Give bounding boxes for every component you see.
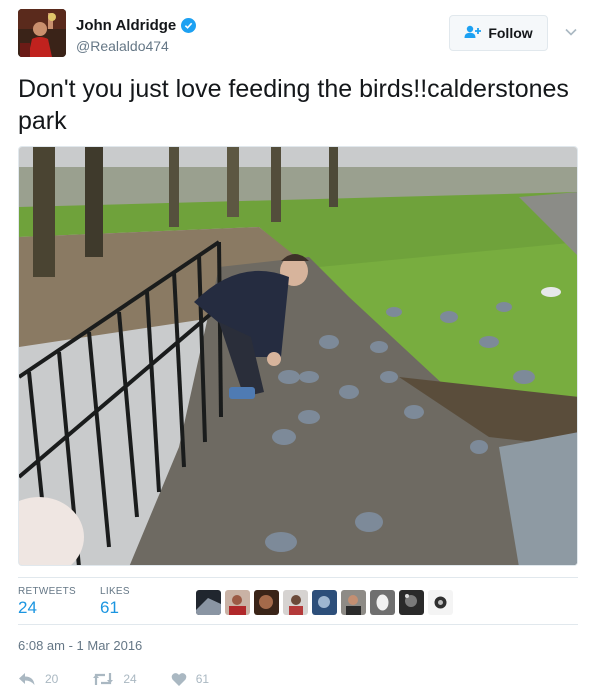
tweet-actions: 20 24 61 — [18, 668, 243, 690]
liker-avatar[interactable] — [370, 590, 395, 615]
tweet-photo[interactable] — [18, 146, 578, 566]
liker-avatar[interactable] — [254, 590, 279, 615]
retweet-count: 24 — [123, 672, 137, 686]
likes-value: 61 — [100, 598, 119, 617]
retweets-label: RETWEETS — [18, 586, 76, 597]
liker-avatar[interactable] — [283, 590, 308, 615]
tweet-stats: RETWEETS 24 LIKES 61 — [18, 577, 578, 625]
add-user-icon — [464, 25, 482, 42]
user-handle[interactable]: @Realaldo474 — [76, 38, 196, 54]
user-names: John Aldridge @Realaldo474 — [76, 17, 197, 54]
display-name[interactable]: John Aldridge — [76, 17, 197, 34]
liker-avatar[interactable] — [341, 590, 366, 615]
chevron-down-icon[interactable] — [564, 25, 578, 39]
tweet-text: Don't you just love feeding the birds!!c… — [18, 75, 569, 135]
heart-icon — [171, 672, 187, 687]
follow-button[interactable]: Follow — [449, 15, 548, 51]
retweets-stat[interactable]: RETWEETS 24 — [18, 586, 76, 618]
liker-avatar[interactable] — [225, 590, 250, 615]
liker-avatar[interactable] — [399, 590, 424, 615]
reply-count: 20 — [45, 672, 59, 686]
like-button[interactable]: 61 — [171, 672, 209, 687]
likes-stat[interactable]: LIKES 61 — [100, 586, 130, 618]
follow-label: Follow — [488, 25, 533, 41]
retweets-value: 24 — [18, 598, 37, 617]
liker-avatar[interactable] — [428, 590, 453, 615]
reply-icon — [18, 671, 36, 687]
likes-label: LIKES — [100, 586, 130, 597]
tweet-header: John Aldridge @Realaldo474 Follow — [18, 9, 589, 59]
like-count: 61 — [195, 672, 210, 686]
avatar-image — [18, 9, 66, 57]
reply-button[interactable]: 20 — [18, 671, 58, 687]
retweet-button[interactable]: 24 — [92, 671, 137, 687]
avatar[interactable] — [18, 9, 66, 57]
liker-avatar[interactable] — [312, 590, 337, 615]
tweet-timestamp[interactable]: 6:08 am - 1 Mar 2016 — [18, 638, 142, 653]
verified-badge-icon — [181, 18, 197, 33]
display-name-text: John Aldridge — [76, 17, 177, 34]
likers-avatars — [196, 590, 453, 615]
photo-image — [19, 147, 577, 565]
liker-avatar[interactable] — [196, 590, 221, 615]
retweet-icon — [92, 671, 114, 687]
